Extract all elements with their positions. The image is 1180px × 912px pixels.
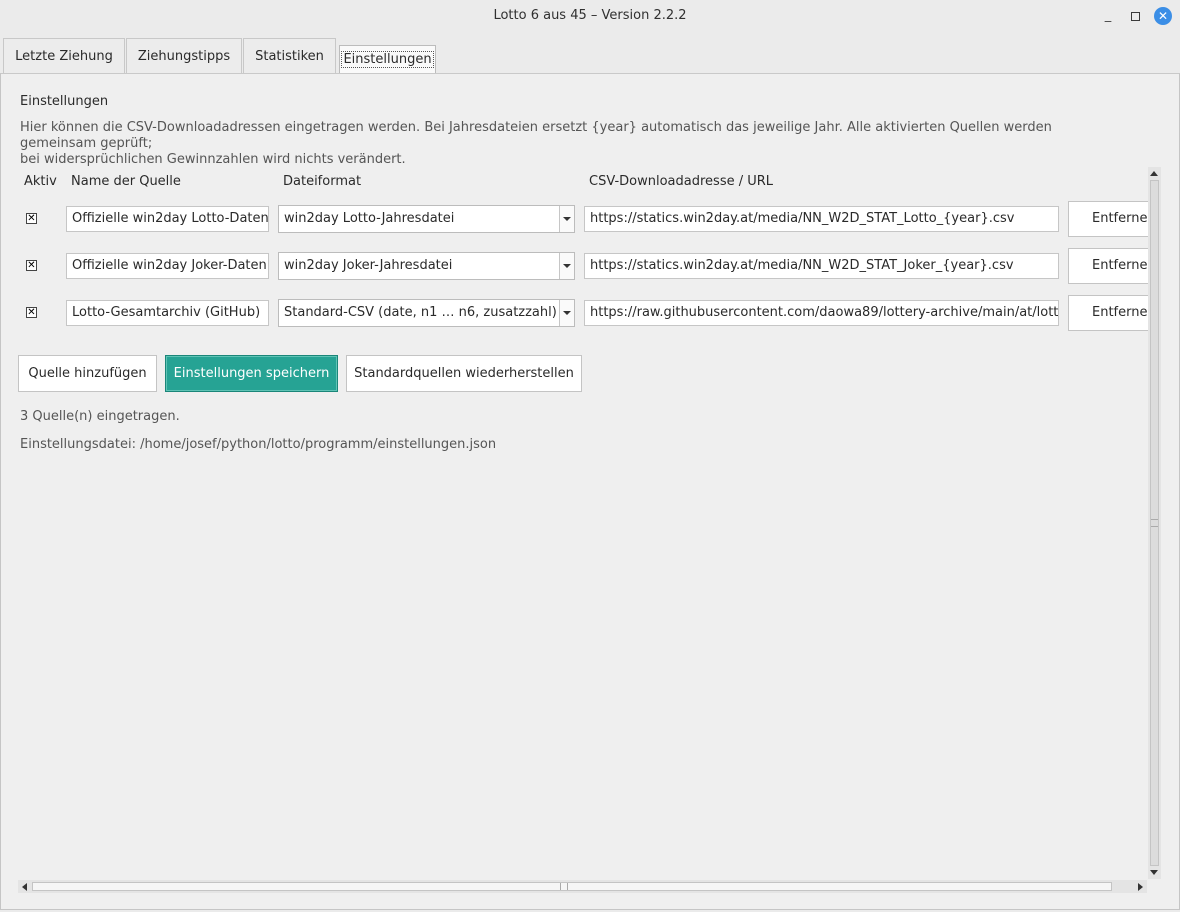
- source-count-status: 3 Quelle(n) eingetragen.: [20, 409, 180, 424]
- grip-icon: [560, 883, 568, 890]
- source-1-format-value: win2day Lotto-Jahresdatei: [284, 211, 455, 226]
- source-1-format-select[interactable]: win2day Lotto-Jahresdatei: [278, 205, 575, 233]
- column-header-format: Dateiformat: [283, 174, 362, 189]
- source-3-url-input[interactable]: https://raw.githubusercontent.com/daowa8…: [584, 300, 1059, 326]
- grip-icon: [1151, 519, 1158, 527]
- source-1-url-input[interactable]: https://statics.win2day.at/media/NN_W2D_…: [584, 206, 1059, 232]
- source-2-url-input[interactable]: https://statics.win2day.at/media/NN_W2D_…: [584, 253, 1059, 279]
- minimize-icon[interactable]: _: [1100, 8, 1116, 24]
- settings-panel: [0, 73, 1180, 910]
- tab-ziehungstipps[interactable]: Ziehungstipps: [126, 38, 242, 73]
- window-title: Lotto 6 aus 45 – Version 2.2.2: [493, 8, 687, 23]
- chevron-down-icon[interactable]: [559, 253, 574, 279]
- tab-statistiken[interactable]: Statistiken: [243, 38, 336, 73]
- scroll-left-icon[interactable]: [22, 883, 27, 891]
- source-2-format-value: win2day Joker-Jahresdatei: [284, 258, 453, 273]
- source-3-remove-button[interactable]: Entfernen: [1068, 295, 1150, 331]
- source-2-remove-button[interactable]: Entfernen: [1068, 248, 1150, 284]
- vertical-scrollbar[interactable]: [1148, 167, 1161, 879]
- source-3-format-select[interactable]: Standard-CSV (date, n1 … n6, zusatzzahl): [278, 299, 575, 327]
- description-line-1: Hier können die CSV-Downloadadressen ein…: [20, 120, 1052, 151]
- column-header-active: Aktiv: [24, 174, 57, 189]
- column-header-url: CSV-Downloadadresse / URL: [589, 174, 774, 189]
- column-header-name: Name der Quelle: [71, 174, 181, 189]
- tab-einstellungen-label: Einstellungen: [341, 51, 434, 68]
- tab-einstellungen[interactable]: Einstellungen: [339, 45, 436, 75]
- tab-letzte-ziehung[interactable]: Letzte Ziehung: [3, 38, 125, 73]
- scroll-up-icon[interactable]: [1150, 171, 1158, 176]
- source-1-name-input[interactable]: Offizielle win2day Lotto-Daten: [66, 206, 269, 232]
- tab-bar: Letzte Ziehung Ziehungstipps Statistiken…: [0, 38, 1180, 75]
- source-3-format-value: Standard-CSV (date, n1 … n6, zusatzzahl): [284, 305, 557, 320]
- close-icon[interactable]: ✕: [1154, 7, 1172, 25]
- chevron-down-icon[interactable]: [559, 300, 574, 326]
- horizontal-scroll-thumb[interactable]: [32, 882, 1112, 891]
- source-1-active-checkbox[interactable]: ✕: [26, 213, 37, 224]
- restore-defaults-button[interactable]: Standardquellen wiederherstellen: [346, 355, 582, 392]
- title-bar: Lotto 6 aus 45 – Version 2.2.2 _ ✕: [0, 0, 1180, 33]
- source-3-active-checkbox[interactable]: ✕: [26, 307, 37, 318]
- horizontal-scrollbar[interactable]: [18, 880, 1147, 893]
- description-line-2: bei widersprüchlichen Gewinnzahlen wird …: [20, 152, 406, 167]
- source-1-remove-button[interactable]: Entfernen: [1068, 201, 1150, 237]
- settings-file-path: Einstellungsdatei: /home/josef/python/lo…: [20, 437, 497, 452]
- source-2-format-select[interactable]: win2day Joker-Jahresdatei: [278, 252, 575, 280]
- source-2-active-checkbox[interactable]: ✕: [26, 260, 37, 271]
- scroll-down-icon[interactable]: [1150, 870, 1158, 875]
- chevron-down-icon[interactable]: [559, 206, 574, 232]
- section-heading: Einstellungen: [20, 94, 109, 109]
- save-settings-button[interactable]: Einstellungen speichern: [165, 355, 338, 392]
- source-3-name-input[interactable]: Lotto-Gesamtarchiv (GitHub): [66, 300, 269, 326]
- scroll-right-icon[interactable]: [1138, 883, 1143, 891]
- source-2-name-input[interactable]: Offizielle win2day Joker-Daten: [66, 253, 269, 279]
- add-source-button[interactable]: Quelle hinzufügen: [18, 355, 157, 392]
- maximize-icon[interactable]: [1127, 8, 1143, 24]
- settings-description: Hier können die CSV-Downloadadressen ein…: [20, 120, 1120, 168]
